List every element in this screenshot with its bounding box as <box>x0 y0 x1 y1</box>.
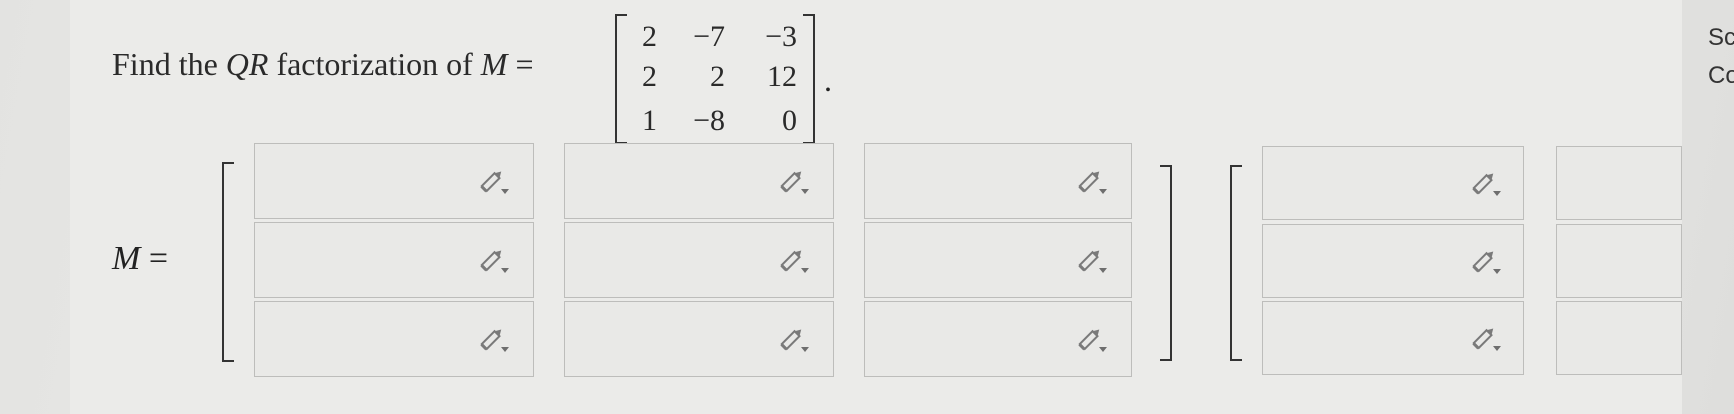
matrix-cell: −3 <box>765 20 797 53</box>
r-matrix-input-r3c2[interactable] <box>1556 301 1682 375</box>
r-matrix-left-bracket <box>1230 165 1242 361</box>
question-middle: factorization of <box>268 46 481 82</box>
q-matrix-input-r2c3[interactable] <box>864 222 1132 298</box>
q-matrix-input-r2c2[interactable] <box>564 222 834 298</box>
pencil-dropdown-icon[interactable] <box>1075 169 1109 195</box>
side-panel-text-1: Sc <box>1708 24 1734 51</box>
equals-sign: = <box>507 46 534 82</box>
q-matrix-input-r3c1[interactable] <box>254 301 534 377</box>
answer-label: M = <box>112 240 168 278</box>
q-matrix-left-bracket <box>222 162 234 362</box>
answer-equals-sign: = <box>140 240 169 277</box>
question-text: Find the QR factorization of M = <box>112 46 533 83</box>
pencil-dropdown-icon[interactable] <box>477 169 511 195</box>
given-matrix: 2 −7 −3 2 2 12 1 −8 0 <box>615 12 815 144</box>
qr-symbol: QR <box>225 46 269 82</box>
answer-matrix-variable: M <box>112 240 141 277</box>
q-matrix-input-r1c3[interactable] <box>864 143 1132 219</box>
r-matrix-input-r1c1[interactable] <box>1262 146 1524 220</box>
q-matrix-input-r1c1[interactable] <box>254 143 534 219</box>
matrix-variable: M <box>480 46 508 82</box>
pencil-dropdown-icon[interactable] <box>1075 248 1109 274</box>
pencil-dropdown-icon[interactable] <box>1075 327 1109 353</box>
pencil-dropdown-icon[interactable] <box>1469 326 1503 352</box>
matrix-cell: 0 <box>782 104 797 137</box>
pencil-dropdown-icon[interactable] <box>777 248 811 274</box>
r-matrix-input-r1c2[interactable] <box>1556 146 1682 220</box>
matrix-right-bracket <box>803 14 815 144</box>
matrix-cell: 2 <box>710 60 725 93</box>
question-prefix: Find the <box>112 46 226 82</box>
r-matrix-input-r2c2[interactable] <box>1556 224 1682 298</box>
side-panel-text-2: Co <box>1708 62 1734 89</box>
q-matrix-input-r2c1[interactable] <box>254 222 534 298</box>
q-matrix-input-r3c3[interactable] <box>864 301 1132 377</box>
matrix-cell: 12 <box>767 60 797 93</box>
matrix-cell: 2 <box>642 60 657 93</box>
pencil-dropdown-icon[interactable] <box>477 327 511 353</box>
pencil-dropdown-icon[interactable] <box>777 169 811 195</box>
matrix-cell: 1 <box>642 104 657 137</box>
pencil-dropdown-icon[interactable] <box>777 327 811 353</box>
matrix-cell: −7 <box>693 20 725 53</box>
q-matrix-input-r3c2[interactable] <box>564 301 834 377</box>
q-matrix-input-r1c2[interactable] <box>564 143 834 219</box>
q-matrix-right-bracket <box>1160 165 1172 361</box>
matrix-cell: −8 <box>693 104 725 137</box>
pencil-dropdown-icon[interactable] <box>477 248 511 274</box>
r-matrix-input-r3c1[interactable] <box>1262 301 1524 375</box>
matrix-cell: 2 <box>642 20 657 53</box>
question-period: . <box>824 62 832 98</box>
pencil-dropdown-icon[interactable] <box>1469 171 1503 197</box>
r-matrix-input-r2c1[interactable] <box>1262 224 1524 298</box>
pencil-dropdown-icon[interactable] <box>1469 249 1503 275</box>
